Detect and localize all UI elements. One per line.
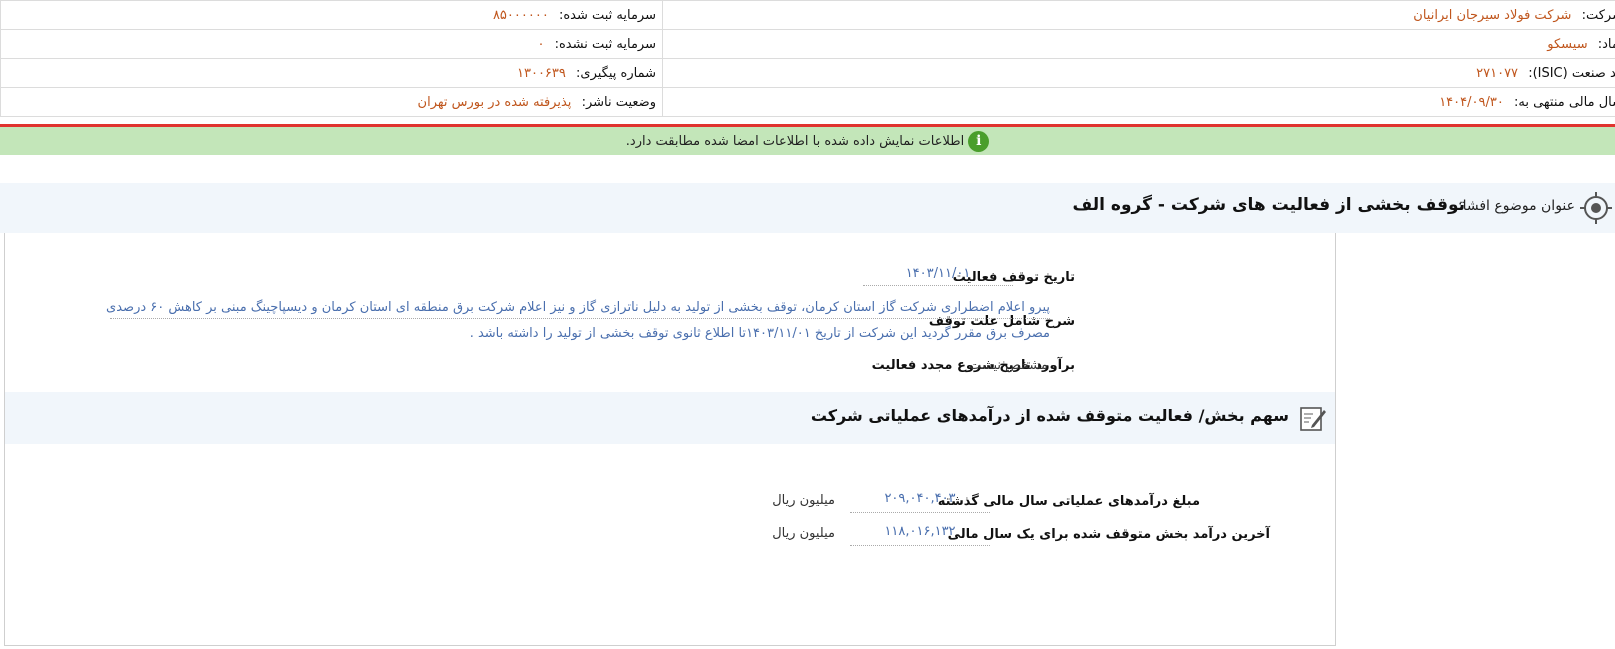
- symbol-label: نماد:: [1597, 36, 1615, 52]
- revenue-share-bar: سهم بخش/ فعالیت متوقف شده از درآمدهای عم…: [5, 392, 1335, 444]
- isic-cell: کد صنعت (ISIC): ۲۷۱۰۷۷: [662, 58, 1615, 88]
- registered-capital-cell: سرمایه ثبت شده: ۸۵۰۰۰۰۰۰: [0, 0, 663, 30]
- info-row: شرکت: شرکت فولاد سیرجان ایرانیان سرمایه …: [0, 0, 1615, 30]
- info-row: نماد: سیسکو سرمایه ثبت نشده: ۰: [0, 29, 1615, 59]
- company-cell: شرکت: شرکت فولاد سیرجان ایرانیان: [662, 0, 1615, 30]
- tracking-number-value: ۱۳۰۰۶۳۹: [517, 65, 566, 81]
- info-icon: i: [968, 130, 990, 152]
- company-info-table: شرکت: شرکت فولاد سیرجان ایرانیان سرمایه …: [0, 0, 1615, 117]
- target-icon: [1580, 192, 1612, 224]
- reason-line-1: پیرو اعلام اضطراری شرکت گاز استان کرمان،…: [106, 300, 1050, 319]
- stop-date-value: ۱۴۰۳/۱۱/۰۱: [863, 266, 1013, 286]
- fiscal-year-value: ۱۴۰۴/۰۹/۳۰: [1439, 94, 1504, 110]
- tracking-number-label: شماره پیگیری:: [576, 65, 656, 81]
- info-row: کد صنعت (ISIC): ۲۷۱۰۷۷ شماره پیگیری: ۱۳۰…: [0, 58, 1615, 88]
- last-year-revenue-value: ۲۰۹,۰۴۰,۴۰۳: [850, 491, 990, 513]
- unregistered-capital-value: ۰: [537, 36, 545, 52]
- verification-notice: i اطلاعات نمایش داده شده با اطلاعات امضا…: [0, 127, 1615, 155]
- disclosure-page: شرکت: شرکت فولاد سیرجان ایرانیان سرمایه …: [0, 0, 1615, 649]
- company-label: شرکت:: [1581, 7, 1615, 23]
- company-value: شرکت فولاد سیرجان ایرانیان: [1413, 7, 1572, 23]
- stopped-revenue-value: ۱۱۸,۰۱۶,۱۳۲: [850, 524, 990, 546]
- last-year-revenue-unit: میلیون ریال: [772, 493, 835, 508]
- subject-title: توقف بخشی از فعالیت های شرکت - گروه الف: [1072, 195, 1465, 215]
- publisher-status-cell: وضعیت ناشر: پذیرفته شده در بورس تهران: [0, 87, 663, 117]
- subject-bar: عنوان موضوع افشا: توقف بخشی از فعالیت ها…: [0, 183, 1615, 233]
- revenue-share-title: سهم بخش/ فعالیت متوقف شده از درآمدهای عم…: [810, 406, 1289, 425]
- unregistered-capital-label: سرمایه ثبت نشده:: [554, 36, 656, 52]
- registered-capital-label: سرمایه ثبت شده:: [558, 7, 656, 23]
- publisher-status-label: وضعیت ناشر:: [581, 94, 656, 110]
- disclosure-content: تاریخ توقف فعالیت ۱۴۰۳/۱۱/۰۱ شرح شامل عل…: [4, 233, 1336, 646]
- isic-label: کد صنعت (ISIC):: [1528, 65, 1615, 81]
- verification-notice-text: اطلاعات نمایش داده شده با اطلاعات امضا ش…: [625, 133, 965, 149]
- edit-document-icon: [1300, 407, 1326, 431]
- restart-estimate-value: مشخص نیست: [969, 358, 1048, 373]
- publisher-status-value: پذیرفته شده در بورس تهران: [417, 94, 572, 110]
- stopped-revenue-unit: میلیون ریال: [772, 526, 835, 541]
- subject-label: عنوان موضوع افشا:: [1457, 198, 1575, 214]
- fiscal-year-cell: سال مالی منتهی به: ۱۴۰۴/۰۹/۳۰: [662, 87, 1615, 117]
- registered-capital-value: ۸۵۰۰۰۰۰۰: [492, 7, 549, 23]
- info-row: سال مالی منتهی به: ۱۴۰۴/۰۹/۳۰ وضعیت ناشر…: [0, 87, 1615, 117]
- fiscal-year-label: سال مالی منتهی به:: [1513, 94, 1615, 110]
- isic-value: ۲۷۱۰۷۷: [1476, 65, 1519, 81]
- unregistered-capital-cell: سرمایه ثبت نشده: ۰: [0, 29, 663, 59]
- reason-line-2: مصرف برق مقرر گردید این شرکت از تاریخ ۱۴…: [469, 326, 1050, 341]
- symbol-value: سیسکو: [1547, 36, 1588, 52]
- stopped-revenue-label: آخرین درآمد بخش متوقف شده برای یک سال ما…: [947, 527, 1270, 542]
- symbol-cell: نماد: سیسکو: [662, 29, 1615, 59]
- tracking-number-cell: شماره پیگیری: ۱۳۰۰۶۳۹: [0, 58, 663, 88]
